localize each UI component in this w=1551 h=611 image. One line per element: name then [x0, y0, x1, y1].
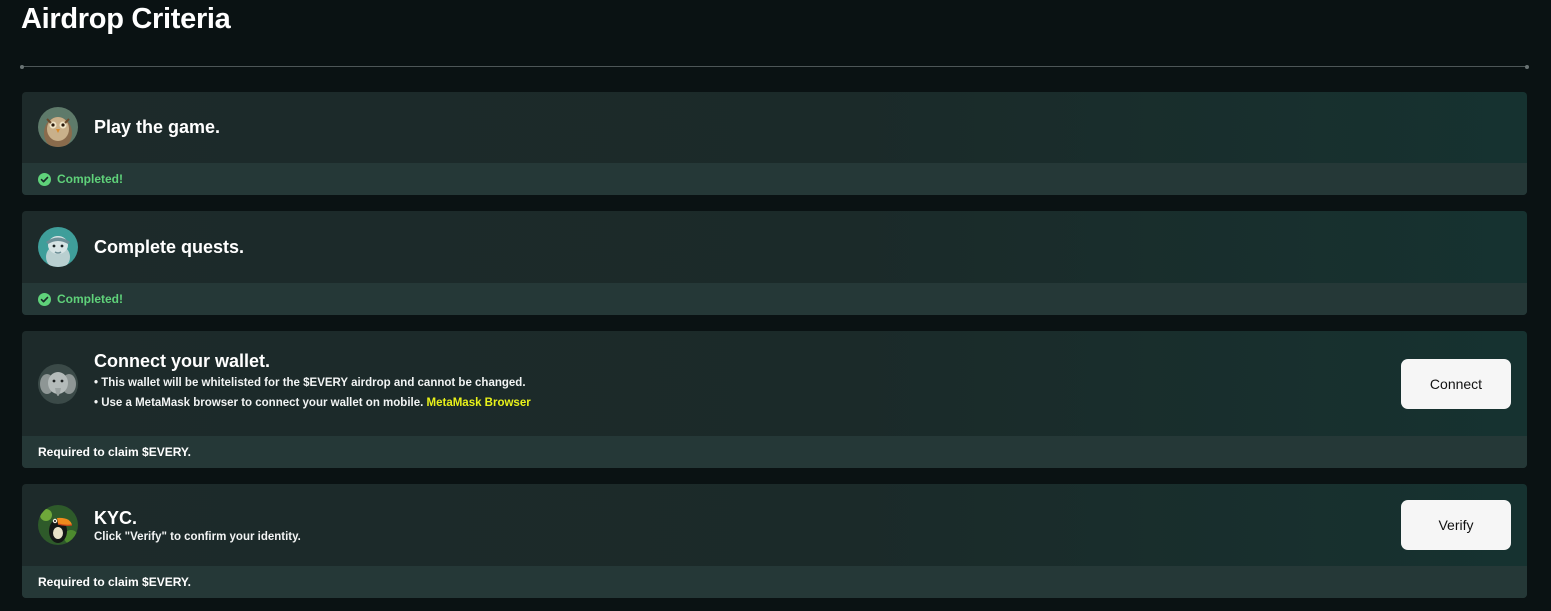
card-footer: Completed!: [22, 283, 1527, 315]
criteria-card-connect-wallet: Connect your wallet. • This wallet will …: [22, 331, 1527, 468]
elephant-avatar-icon: [38, 364, 78, 404]
card-title: KYC.: [94, 508, 138, 528]
page-title: Airdrop Criteria: [21, 3, 231, 35]
status-completed: Completed!: [38, 292, 123, 306]
check-circle-icon: [38, 292, 51, 306]
card-text: Complete quests.: [94, 237, 244, 258]
card-text: Connect your wallet. • This wallet will …: [94, 351, 531, 409]
card-desc-line-2: • Use a MetaMask browser to connect your…: [94, 397, 531, 409]
criteria-card-play-game: Play the game. Completed!: [22, 92, 1527, 195]
dolphin-avatar-icon: [38, 227, 78, 267]
status-label: Completed!: [57, 292, 123, 306]
card-main: KYC. Click "Verify" to confirm your iden…: [22, 484, 1527, 566]
card-footer: Required to claim $EVERY.: [22, 436, 1527, 468]
check-circle-icon: [38, 172, 51, 186]
card-main: Connect your wallet. • This wallet will …: [22, 331, 1527, 436]
card-desc-line-2-text: • Use a MetaMask browser to connect your…: [94, 397, 424, 409]
criteria-card-complete-quests: Complete quests. Completed!: [22, 211, 1527, 315]
card-text: Play the game.: [94, 117, 220, 138]
card-footer: Required to claim $EVERY.: [22, 566, 1527, 598]
toucan-avatar-icon: [38, 505, 78, 545]
airdrop-criteria-page: Airdrop Criteria Play the game. Complete…: [0, 0, 1551, 611]
card-desc-line-1: • This wallet will be whitelisted for th…: [94, 377, 526, 389]
card-footer: Completed!: [22, 163, 1527, 195]
title-divider: [20, 64, 1529, 69]
status-completed: Completed!: [38, 172, 123, 186]
status-label: Completed!: [57, 172, 123, 186]
connect-button[interactable]: Connect: [1401, 359, 1511, 409]
footer-requirement: Required to claim $EVERY.: [38, 575, 191, 589]
footer-requirement: Required to claim $EVERY.: [38, 445, 191, 459]
criteria-card-kyc: KYC. Click "Verify" to confirm your iden…: [22, 484, 1527, 598]
card-text: KYC. Click "Verify" to confirm your iden…: [94, 508, 301, 543]
card-main: Play the game.: [22, 92, 1527, 163]
card-main: Complete quests.: [22, 211, 1527, 283]
owl-avatar-icon: [38, 107, 78, 147]
card-title: Connect your wallet.: [94, 351, 271, 371]
card-title: Play the game.: [94, 117, 221, 137]
metamask-browser-link[interactable]: MetaMask Browser: [427, 397, 531, 409]
verify-button[interactable]: Verify: [1401, 500, 1511, 550]
card-title: Complete quests.: [94, 237, 245, 257]
card-desc-line-1: Click "Verify" to confirm your identity.: [94, 531, 301, 543]
